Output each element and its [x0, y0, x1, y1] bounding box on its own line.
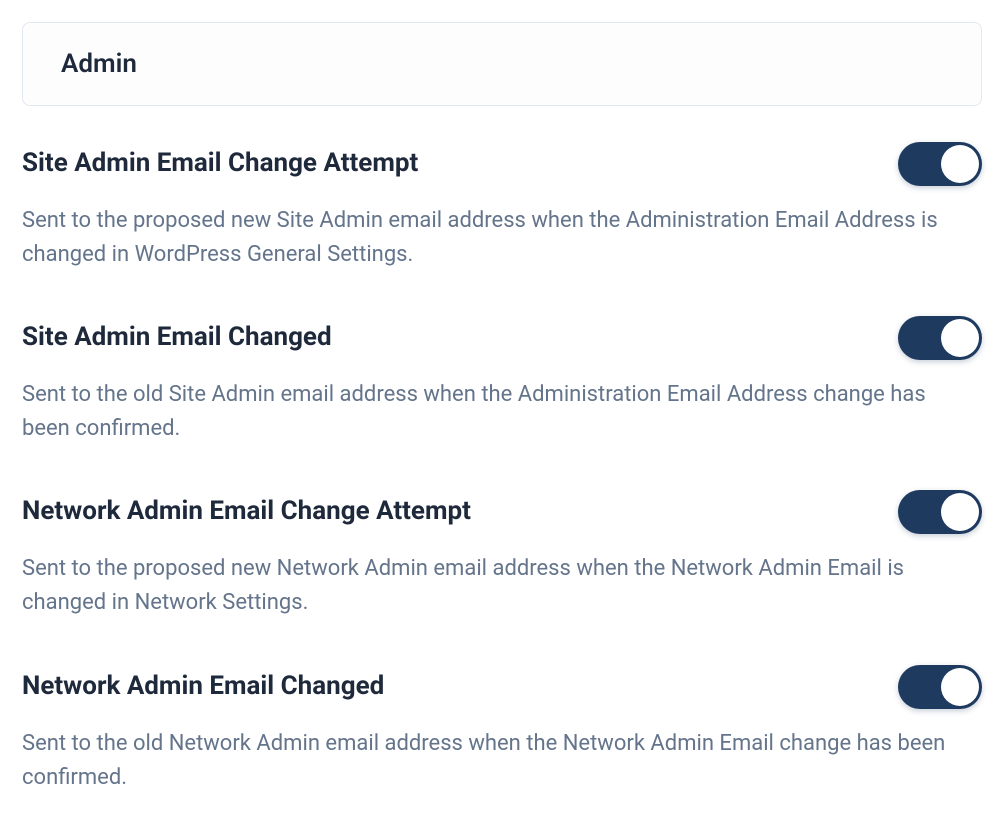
setting-item-site-admin-email-changed: Site Admin Email Changed Sent to the old…	[22, 316, 982, 446]
setting-header: Network Admin Email Changed	[22, 665, 982, 709]
settings-list: Site Admin Email Change Attempt Sent to …	[22, 142, 982, 795]
setting-description: Sent to the old Network Admin email addr…	[22, 727, 962, 795]
toggle-knob	[941, 493, 979, 531]
toggle-knob	[941, 319, 979, 357]
setting-description: Sent to the proposed new Network Admin e…	[22, 552, 962, 620]
toggle-knob	[941, 668, 979, 706]
setting-header: Site Admin Email Changed	[22, 316, 982, 360]
setting-item-network-admin-email-changed: Network Admin Email Changed Sent to the …	[22, 665, 982, 795]
setting-title: Network Admin Email Changed	[22, 670, 384, 704]
setting-item-network-admin-email-change-attempt: Network Admin Email Change Attempt Sent …	[22, 490, 982, 620]
section-header: Admin	[22, 22, 982, 106]
toggle-site-admin-email-change-attempt[interactable]	[898, 142, 982, 186]
setting-item-site-admin-email-change-attempt: Site Admin Email Change Attempt Sent to …	[22, 142, 982, 272]
toggle-knob	[941, 145, 979, 183]
toggle-network-admin-email-changed[interactable]	[898, 665, 982, 709]
setting-header: Network Admin Email Change Attempt	[22, 490, 982, 534]
setting-description: Sent to the old Site Admin email address…	[22, 378, 962, 446]
setting-title: Network Admin Email Change Attempt	[22, 495, 471, 529]
section-title: Admin	[61, 49, 943, 79]
toggle-network-admin-email-change-attempt[interactable]	[898, 490, 982, 534]
toggle-site-admin-email-changed[interactable]	[898, 316, 982, 360]
setting-title: Site Admin Email Changed	[22, 321, 332, 355]
setting-description: Sent to the proposed new Site Admin emai…	[22, 204, 962, 272]
setting-title: Site Admin Email Change Attempt	[22, 147, 418, 181]
setting-header: Site Admin Email Change Attempt	[22, 142, 982, 186]
